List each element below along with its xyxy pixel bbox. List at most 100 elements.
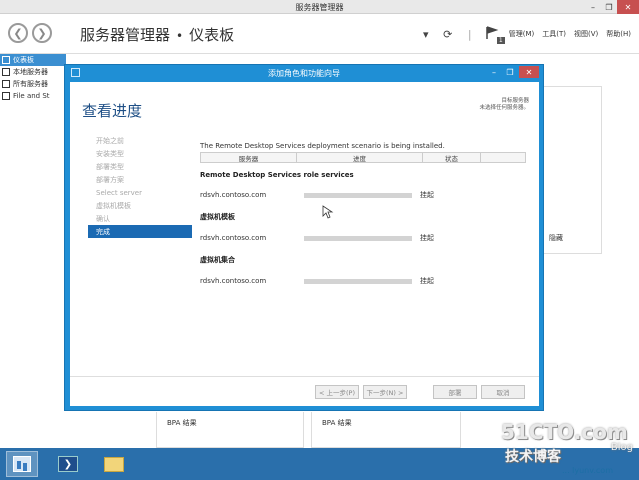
- window-title: 服务器管理器: [295, 3, 344, 12]
- progress-bar: [304, 278, 412, 284]
- maximize-button[interactable]: ❐: [601, 0, 617, 14]
- deployment-description: The Remote Desktop Services deployment s…: [200, 142, 445, 150]
- notifications-flag[interactable]: 1: [485, 26, 505, 44]
- progress-bar: [304, 235, 412, 241]
- header-toolbar: ▾ ⟳ | 1 管理(M) 工具(T) 视图(V) 帮助(H): [419, 26, 639, 44]
- breadcrumb: 服务器管理器 • 仪表板: [80, 24, 234, 45]
- wizard-close-button[interactable]: ✕: [519, 66, 539, 78]
- progress-group: 虚拟机模板 rdsvh.contoso.com 挂起: [200, 212, 526, 245]
- taskbar-server-manager[interactable]: [6, 451, 38, 477]
- group-title: 虚拟机集合: [200, 256, 235, 264]
- cancel-button[interactable]: 取消: [481, 385, 525, 399]
- notification-count: 1: [496, 37, 505, 44]
- target-server-label: 目标服务器: [501, 98, 529, 104]
- taskbar-file-explorer[interactable]: [98, 451, 130, 477]
- dashboard-tile-bpa: BPA 结果: [311, 412, 461, 448]
- target-server: 目标服务器 未选择任何服务器。: [479, 98, 529, 112]
- step-deployment-scenario: 部署方案: [96, 175, 124, 184]
- group-title: Remote Desktop Services role services: [200, 171, 354, 179]
- progress-bar: [304, 192, 412, 198]
- next-button[interactable]: 下一步(N) >: [363, 385, 407, 399]
- add-roles-wizard: 添加角色和功能向导 – ❐ ✕ 查看进度 目标服务器 未选择任何服务器。 开始之…: [64, 64, 544, 411]
- column-status[interactable]: 状态: [423, 153, 481, 163]
- dashboard-tile-bpa: BPA 结果: [156, 412, 304, 448]
- breadcrumb-app: 服务器管理器: [80, 26, 171, 44]
- servers-icon: [2, 80, 10, 88]
- menu-help[interactable]: 帮助(H): [606, 29, 631, 39]
- nav-item-dashboard[interactable]: 仪表板: [0, 54, 66, 66]
- progress-row: rdsvh.contoso.com 挂起: [200, 231, 526, 245]
- wizard-titlebar: 添加角色和功能向导 – ❐ ✕: [65, 65, 543, 81]
- progress-group: Remote Desktop Services role services rd…: [200, 171, 526, 202]
- divider: |: [467, 27, 472, 41]
- nav-item-file-storage[interactable]: File and St: [0, 90, 66, 102]
- step-before-you-begin: 开始之前: [96, 136, 124, 145]
- hide-link[interactable]: 隐藏: [549, 233, 563, 243]
- menu-tools[interactable]: 工具(T): [542, 29, 566, 39]
- window-controls: – ❐ ✕: [585, 0, 639, 14]
- watermark-brand: 51CTO.com: [501, 420, 628, 444]
- forward-arrow-icon: ❯: [37, 26, 47, 40]
- progress-row: rdsvh.contoso.com 挂起: [200, 188, 526, 202]
- close-button[interactable]: ✕: [617, 0, 639, 14]
- progress-group: 虚拟机集合 rdsvh.contoso.com 挂起: [200, 255, 526, 288]
- status-text: 挂起: [420, 277, 434, 285]
- taskbar-powershell[interactable]: ❯: [52, 451, 84, 477]
- step-installation-type: 安装类型: [96, 149, 124, 158]
- powershell-icon: ❯: [58, 456, 78, 472]
- step-confirmation: 确认: [96, 214, 110, 223]
- bpa-results-label[interactable]: BPA 结果: [322, 418, 352, 428]
- back-button[interactable]: ❮: [8, 23, 28, 43]
- progress-row: rdsvh.contoso.com 挂起: [200, 274, 526, 288]
- taskbar: ❯: [0, 448, 639, 480]
- server-name: rdsvh.contoso.com: [200, 234, 267, 242]
- deploy-button[interactable]: 部署: [433, 385, 477, 399]
- wizard-footer: < 上一步(P) 下一步(N) > 部署 取消: [70, 376, 539, 406]
- server-icon: [2, 68, 10, 76]
- dashboard-tile: 隐藏: [540, 86, 602, 254]
- folder-icon: [104, 456, 124, 472]
- step-deployment-type: 部署类型: [96, 162, 124, 171]
- server-manager-header: ❮ ❯ 服务器管理器 • 仪表板 ▾ ⟳ | 1 管理(M) 工具(T) 视图(V)…: [0, 14, 639, 54]
- status-text: 挂起: [420, 234, 434, 242]
- mouse-cursor-icon: [322, 205, 334, 219]
- nav-item-all-servers[interactable]: 所有服务器: [0, 78, 66, 90]
- dashboard-icon: [2, 56, 10, 64]
- progress-content: The Remote Desktop Services deployment s…: [200, 142, 526, 288]
- nav-item-label: File and St: [13, 92, 50, 100]
- server-name: rdsvh.contoso.com: [200, 277, 267, 285]
- wizard-body: 查看进度 目标服务器 未选择任何服务器。 开始之前 安装类型 部署类型 部署方案…: [70, 82, 539, 406]
- file-storage-icon: [2, 92, 10, 100]
- page-title: 查看进度: [82, 102, 143, 120]
- minimize-button[interactable]: –: [585, 0, 601, 14]
- wizard-maximize-button[interactable]: ❐: [503, 66, 517, 78]
- step-vm-template: 虚拟机模板: [96, 201, 131, 210]
- column-filler: [481, 153, 525, 162]
- menu-manage[interactable]: 管理(M): [509, 29, 535, 39]
- column-progress[interactable]: 进度: [297, 153, 423, 163]
- breadcrumb-page: 仪表板: [189, 26, 235, 44]
- nav-item-label: 仪表板: [13, 56, 34, 64]
- wizard-steps: 开始之前 安装类型 部署类型 部署方案 Select server 虚拟机模板 …: [88, 134, 192, 238]
- step-completion[interactable]: 完成: [88, 225, 192, 238]
- wizard-minimize-button[interactable]: –: [487, 66, 501, 78]
- forward-button[interactable]: ❯: [32, 23, 52, 43]
- back-arrow-icon: ❮: [13, 26, 23, 40]
- nav-item-local-server[interactable]: 本地服务器: [0, 66, 66, 78]
- menu-view[interactable]: 视图(V): [574, 29, 598, 39]
- server-manager-icon: [13, 456, 31, 472]
- nav-item-label: 本地服务器: [13, 68, 48, 76]
- progress-table-header: 服务器 进度 状态: [200, 152, 526, 163]
- dropdown-icon[interactable]: ▾: [419, 27, 433, 41]
- server-name: rdsvh.contoso.com: [200, 191, 267, 199]
- wizard-title: 添加角色和功能向导: [268, 69, 340, 78]
- bpa-results-label[interactable]: BPA 结果: [167, 418, 197, 428]
- refresh-icon[interactable]: ⟳: [441, 27, 455, 41]
- step-select-server: Select server: [96, 188, 142, 197]
- column-server[interactable]: 服务器: [201, 153, 297, 163]
- status-text: 挂起: [420, 191, 434, 199]
- group-title: 虚拟机模板: [200, 213, 235, 221]
- server-manager-titlebar: 服务器管理器 – ❐ ✕: [0, 0, 639, 14]
- wizard-window-controls: – ❐ ✕: [487, 66, 539, 78]
- previous-button[interactable]: < 上一步(P): [315, 385, 359, 399]
